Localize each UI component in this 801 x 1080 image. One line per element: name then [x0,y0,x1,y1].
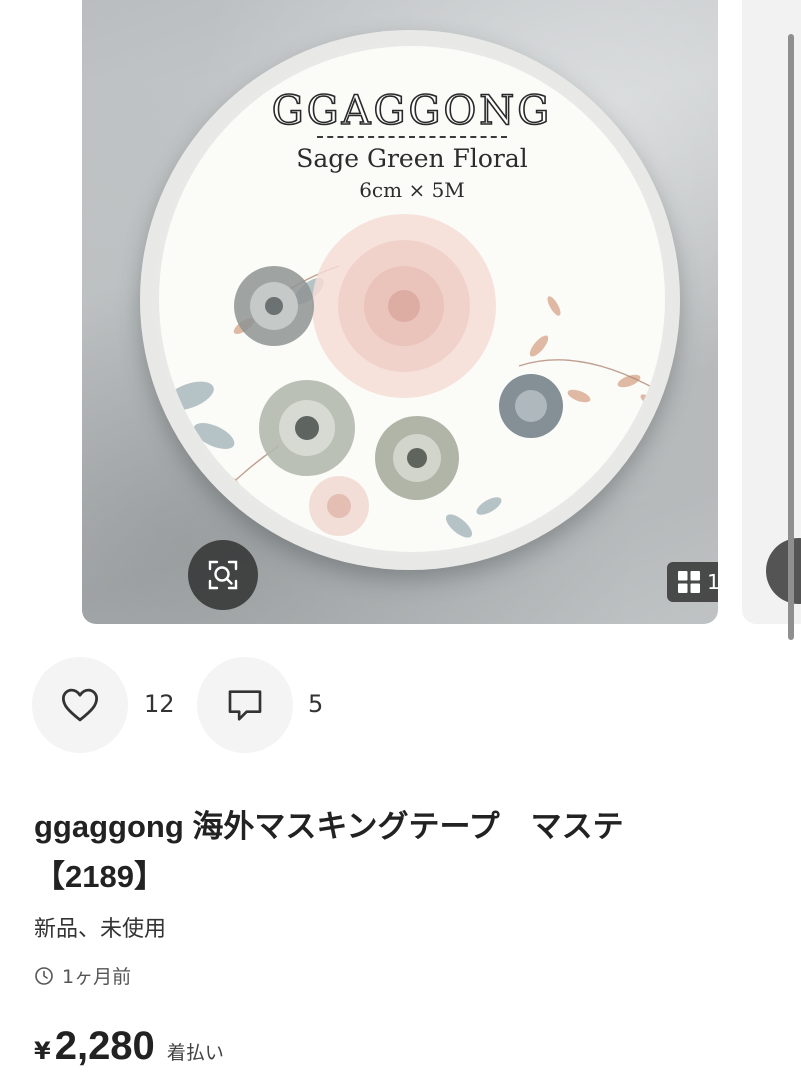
price-row: ¥ 2,280 着払い [34,1024,224,1069]
heart-icon [61,688,99,722]
posted-time: 1ヶ月前 [34,962,131,989]
tape-brand-text: GGAGGONG [271,87,553,135]
item-title: ggaggong 海外マスキングテープ マステ 【2189】 [34,802,774,902]
like-button[interactable] [32,657,128,753]
item-condition: 新品、未使用 [34,917,167,942]
product-photo[interactable]: GGAGGONG Sage Green Floral 6cm × 5M 1 [82,0,718,624]
shipping-label: 着払い [166,1042,224,1064]
comment-bubble-icon [228,690,262,721]
tape-design-name: Sage Green Floral [296,144,528,173]
tape-label: GGAGGONG Sage Green Floral 6cm × 5M [159,46,665,552]
comment-button[interactable] [197,657,293,753]
brand-underline [317,136,507,138]
grid-icon [678,571,701,593]
zoom-search-icon [208,560,238,590]
image-carousel[interactable]: GGAGGONG Sage Green Floral 6cm × 5M 1 [0,0,801,640]
item-title-line2: 【2189】 [34,859,165,894]
item-title-line1: ggaggong 海外マスキングテープ マステ [34,809,624,844]
image-counter-text: 1 / 10 [707,570,718,594]
floral-illustration [164,214,660,538]
clock-icon [35,966,53,985]
item-price: 2,280 [54,1024,155,1068]
comment-count: 5 [308,690,324,718]
currency-symbol: ¥ [34,1037,51,1065]
image-counter-badge[interactable]: 1 / 10 [667,562,718,602]
scrollbar-thumb[interactable] [788,34,794,640]
posted-time-text: 1ヶ月前 [62,966,132,988]
like-count: 12 [144,690,175,718]
zoom-button[interactable] [188,540,258,610]
